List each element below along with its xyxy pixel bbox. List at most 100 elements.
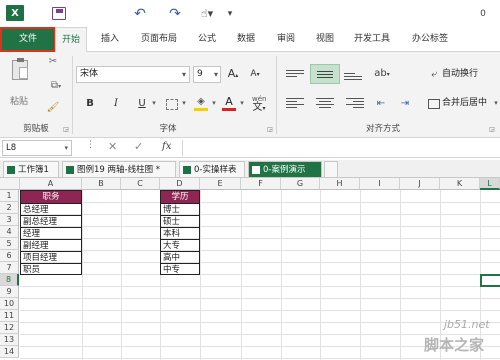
undo-icon[interactable]: ↶ bbox=[130, 0, 150, 27]
confirm-entry-icon[interactable]: ✓ bbox=[134, 140, 143, 153]
formula-input[interactable] bbox=[182, 140, 498, 156]
column-header-e[interactable]: E bbox=[200, 178, 241, 190]
merge-center-button[interactable]: 合并后居中 bbox=[442, 96, 487, 111]
customize-qat-icon[interactable]: ▾ bbox=[222, 0, 238, 27]
column-header-g[interactable]: G bbox=[281, 178, 320, 190]
align-right-icon[interactable] bbox=[346, 96, 364, 110]
increase-indent-icon[interactable]: ⇥ bbox=[398, 96, 412, 111]
row-header[interactable]: 12 bbox=[0, 322, 19, 334]
insert-function-button[interactable]: fx bbox=[162, 141, 171, 152]
doc-tab-workbook1[interactable]: 工作簿1 bbox=[3, 161, 59, 177]
paste-button[interactable] bbox=[8, 58, 32, 88]
tab-file[interactable]: 文件 bbox=[0, 27, 56, 52]
fill-dropdown-icon[interactable]: ▾ bbox=[210, 96, 218, 111]
tab-data[interactable]: 数据 bbox=[230, 27, 262, 52]
row-header[interactable]: 6 bbox=[0, 250, 19, 262]
tab-office-tabs[interactable]: 办公标签 bbox=[404, 27, 456, 52]
tab-home[interactable]: 开始 bbox=[55, 27, 87, 53]
align-top-icon[interactable] bbox=[286, 68, 304, 82]
underline-button[interactable]: U bbox=[136, 96, 148, 111]
align-bottom-icon[interactable] bbox=[344, 68, 362, 82]
tab-developer[interactable]: 开发工具 bbox=[348, 27, 396, 52]
column-header-a[interactable]: A bbox=[20, 178, 82, 190]
doc-tab-chart-example[interactable]: 图例19 两轴-线柱图 * bbox=[62, 161, 176, 177]
wrap-text-button[interactable]: 自动换行 bbox=[442, 67, 478, 82]
font-group-label: 字体 bbox=[159, 124, 177, 134]
decrease-indent-icon[interactable]: ⇤ bbox=[374, 96, 388, 111]
worksheet-grid[interactable]: A B C D E F G H I J K L 1 2 3 4 5 6 7 8 … bbox=[0, 178, 500, 360]
save-icon[interactable] bbox=[52, 7, 66, 20]
column-header-h[interactable]: H bbox=[320, 178, 360, 190]
row-header[interactable]: 3 bbox=[0, 214, 19, 226]
doc-tab-case-demo[interactable]: 0-案例演示 bbox=[248, 161, 322, 177]
font-color-icon[interactable]: A bbox=[222, 95, 236, 111]
active-cell[interactable] bbox=[480, 274, 500, 287]
font-dialog-launcher-icon[interactable]: ◲ bbox=[266, 122, 274, 137]
font-color-dropdown-icon[interactable]: ▾ bbox=[238, 96, 246, 111]
doc-tab-practice-sheet[interactable]: 0-实操样表 bbox=[179, 161, 245, 177]
merge-center-icon[interactable] bbox=[428, 99, 440, 109]
alignment-dialog-launcher-icon[interactable]: ◲ bbox=[488, 122, 496, 137]
name-box[interactable]: L8 ▾ bbox=[2, 140, 72, 156]
row-header[interactable]: 5 bbox=[0, 238, 19, 250]
table-header-cell[interactable]: 职务 bbox=[21, 191, 81, 203]
format-painter-icon[interactable]: 🖌 bbox=[46, 100, 60, 115]
column-header-j[interactable]: J bbox=[400, 178, 440, 190]
clipboard-group-label: 剪贴板 bbox=[23, 124, 49, 134]
underline-dropdown-icon[interactable]: ▾ bbox=[150, 96, 158, 111]
borders-icon[interactable] bbox=[166, 99, 178, 110]
merge-dropdown-icon[interactable]: ▾ bbox=[492, 96, 500, 111]
table-cell[interactable]: 职员 bbox=[20, 263, 82, 276]
ribbon-tabs: 文件 开始 插入 页面布局 公式 数据 审阅 视图 开发工具 办公标签 bbox=[0, 27, 500, 53]
dialog-launcher-icon[interactable]: ◲ bbox=[62, 122, 70, 137]
alignment-group-label: 对齐方式 bbox=[365, 124, 400, 134]
row-header[interactable]: 10 bbox=[0, 298, 19, 310]
table-header-cell[interactable]: 学历 bbox=[161, 191, 199, 203]
row-header[interactable]: 14 bbox=[0, 346, 19, 358]
wrap-text-icon[interactable]: ⤶ bbox=[428, 67, 440, 82]
row-header[interactable]: 9 bbox=[0, 286, 19, 298]
excel-logo-icon: X bbox=[6, 5, 24, 21]
column-header-b[interactable]: B bbox=[82, 178, 121, 190]
grow-font-button[interactable]: A▴ bbox=[226, 66, 240, 83]
cancel-entry-icon[interactable]: ✕ bbox=[108, 140, 117, 153]
row-header[interactable]: 1 bbox=[0, 190, 19, 202]
align-left-icon[interactable] bbox=[286, 96, 304, 110]
new-doc-tab-button[interactable] bbox=[324, 161, 338, 177]
bold-button[interactable]: B bbox=[84, 96, 96, 111]
shrink-font-button[interactable]: A▾ bbox=[248, 67, 262, 82]
borders-dropdown-icon[interactable]: ▾ bbox=[180, 96, 188, 111]
copy-icon[interactable]: ⧉▾ bbox=[46, 78, 66, 94]
row-header[interactable]: 4 bbox=[0, 226, 19, 238]
align-middle-icon[interactable] bbox=[310, 64, 340, 84]
column-header-d[interactable]: D bbox=[160, 178, 200, 190]
tab-view[interactable]: 视图 bbox=[309, 27, 341, 52]
select-all-corner[interactable] bbox=[0, 178, 20, 190]
column-header-f[interactable]: F bbox=[241, 178, 281, 190]
font-name-select[interactable]: 宋体 ▾ bbox=[76, 66, 190, 83]
tab-review[interactable]: 审阅 bbox=[270, 27, 302, 52]
tab-page-layout[interactable]: 页面布局 bbox=[134, 27, 184, 52]
redo-icon[interactable]: ↷ bbox=[165, 0, 185, 27]
column-header-c[interactable]: C bbox=[121, 178, 160, 190]
column-header-l[interactable]: L bbox=[480, 178, 500, 190]
row-header[interactable]: 2 bbox=[0, 202, 19, 214]
clipboard-icon bbox=[12, 58, 28, 80]
table-cell[interactable]: 中专 bbox=[160, 263, 200, 276]
row-header[interactable]: 7 bbox=[0, 262, 19, 274]
tab-formulas[interactable]: 公式 bbox=[192, 27, 222, 52]
cut-icon[interactable]: ✂ bbox=[46, 54, 60, 69]
font-size-select[interactable]: 9 ▾ bbox=[193, 66, 221, 83]
tab-insert[interactable]: 插入 bbox=[94, 27, 126, 52]
touch-mode-icon[interactable]: ☝▾ bbox=[196, 0, 218, 27]
fill-color-icon[interactable]: ◈ bbox=[194, 96, 208, 111]
row-header[interactable]: 11 bbox=[0, 310, 19, 322]
italic-button[interactable]: I bbox=[110, 96, 122, 111]
column-header-k[interactable]: K bbox=[440, 178, 480, 190]
row-header[interactable]: 8 bbox=[0, 274, 19, 286]
excel-window: X ↶ ↷ ☝▾ ▾ 0 文件 开始 插入 页面布局 公式 数据 审阅 视图 开… bbox=[0, 0, 500, 360]
row-header[interactable]: 13 bbox=[0, 334, 19, 346]
orientation-icon[interactable]: ab▾ bbox=[372, 66, 392, 82]
align-center-icon[interactable] bbox=[316, 96, 334, 110]
column-header-i[interactable]: I bbox=[360, 178, 400, 190]
